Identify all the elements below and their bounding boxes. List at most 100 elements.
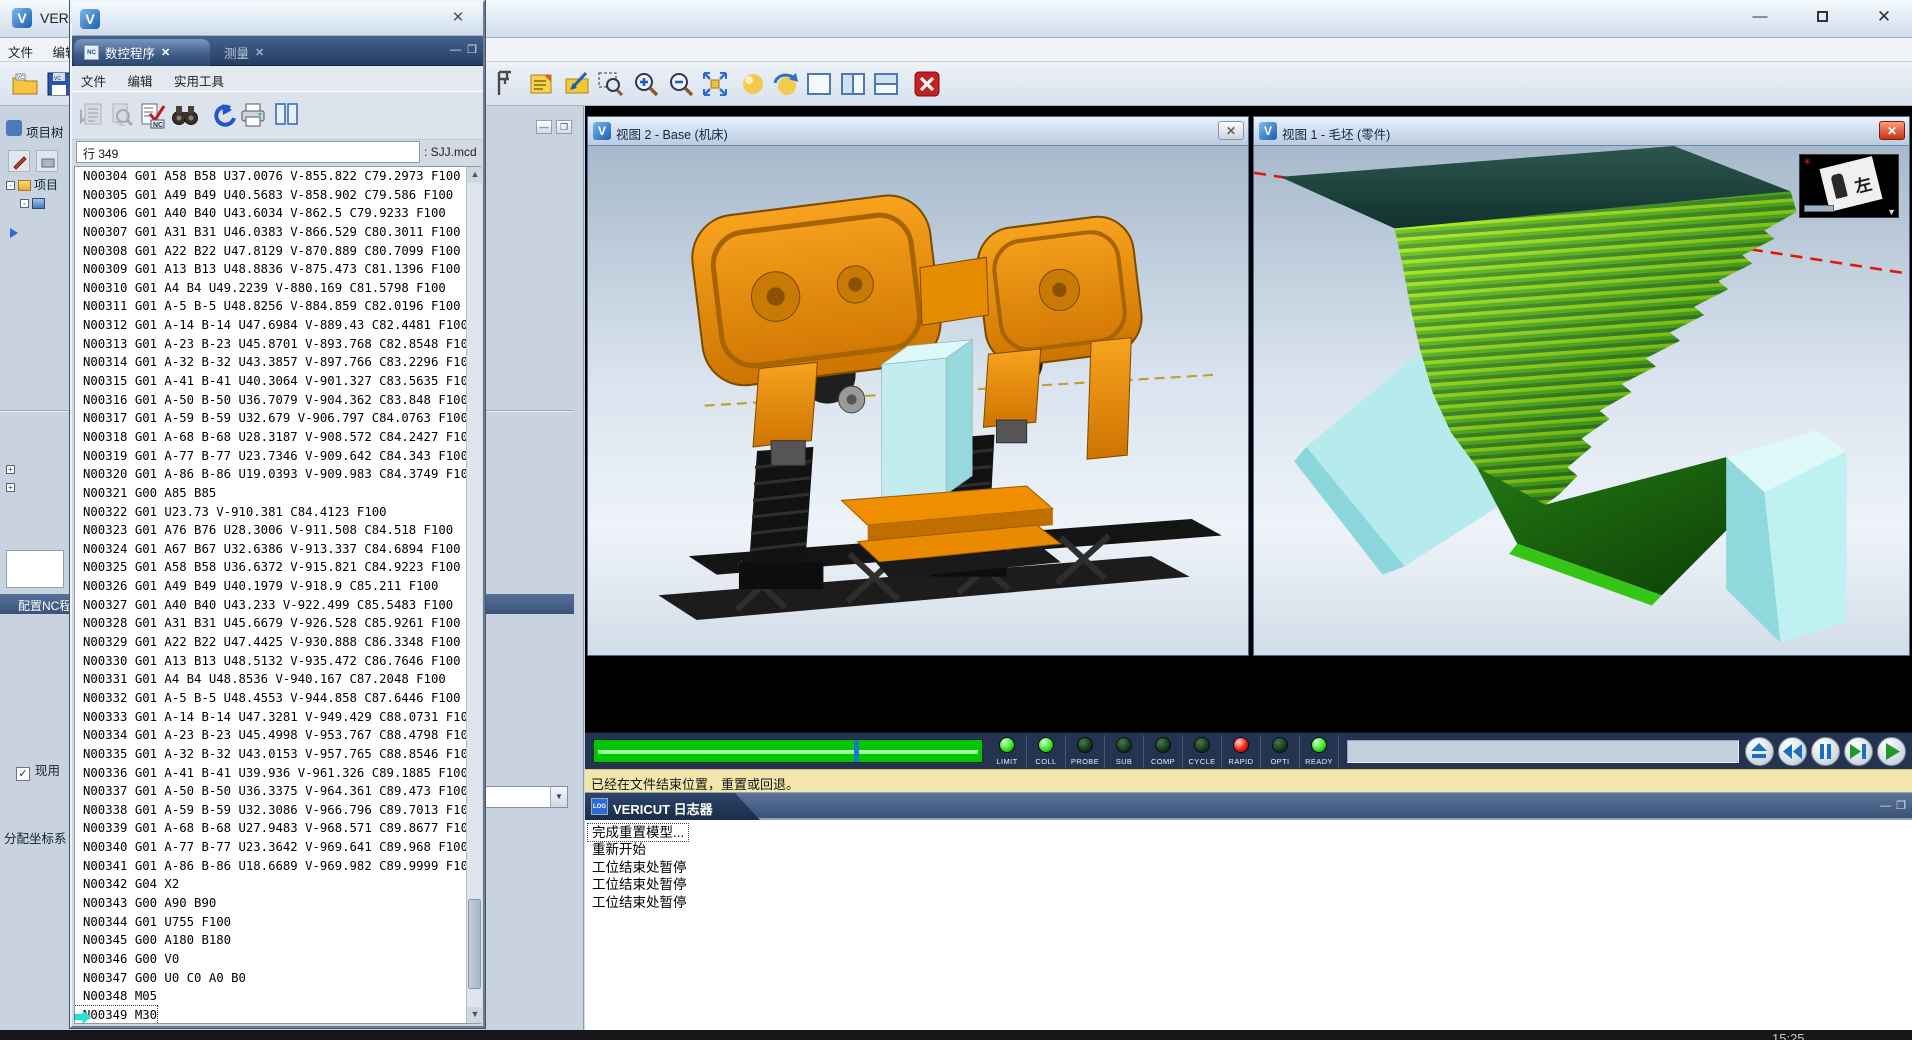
scroll-down-icon[interactable]: ▼ xyxy=(467,1007,483,1023)
nc-line[interactable]: N00318 G01 A-68 B-68 U28.3187 V-908.572 … xyxy=(75,428,475,447)
nc-line[interactable]: N00344 G01 U755 F100 xyxy=(75,913,231,932)
nc-line[interactable]: N00313 G01 A-23 B-23 U45.8701 V-893.768 … xyxy=(75,335,475,354)
current-line-indicator[interactable]: 行 349 xyxy=(76,141,420,163)
nc-line[interactable]: N00340 G01 A-77 B-77 U23.3642 V-969.641 … xyxy=(75,838,468,857)
tree-node-child[interactable]: - xyxy=(20,196,48,210)
collapse-icon[interactable]: - xyxy=(20,199,29,208)
nc-line[interactable]: N00329 G01 A22 B22 U47.4425 V-930.888 C8… xyxy=(75,633,461,652)
nc-line[interactable]: N00309 G01 A13 B13 U48.8836 V-875.473 C8… xyxy=(75,260,461,279)
progress-marker[interactable] xyxy=(854,740,859,762)
split-vertical-icon[interactable] xyxy=(838,69,868,99)
measure-caliper-icon[interactable] xyxy=(492,69,522,99)
logger-minimize-icon[interactable]: — xyxy=(1880,799,1891,813)
pause-button[interactable] xyxy=(1811,737,1840,766)
rotate-view-icon[interactable] xyxy=(771,69,801,99)
nc-line[interactable]: N00314 G01 A-32 B-32 U43.3857 V-897.766 … xyxy=(75,353,475,372)
nc-line[interactable]: N00311 G01 A-5 B-5 U48.8256 V-884.859 C8… xyxy=(75,297,461,316)
viewport-stock[interactable]: V 视图 1 - 毛坯 (零件) ✕ xyxy=(1253,116,1910,656)
minimize-button[interactable]: — xyxy=(1740,4,1780,30)
nc-line[interactable]: N00315 G01 A-41 B-41 U40.3064 V-901.327 … xyxy=(75,372,475,391)
nc-line[interactable]: N00332 G01 A-5 B-5 U48.4553 V-944.858 C8… xyxy=(75,689,461,708)
view-sphere-icon[interactable] xyxy=(738,69,768,99)
viewport-stock-close-icon[interactable]: ✕ xyxy=(1879,121,1905,140)
nc-line[interactable]: N00304 G01 A58 B58 U37.0076 V-855.822 C7… xyxy=(75,167,461,186)
log-entry[interactable]: 重新开始 xyxy=(588,841,650,858)
nc-line[interactable]: N00337 G01 A-50 B-50 U36.3375 V-964.361 … xyxy=(75,782,468,801)
nc-line[interactable]: N00341 G01 A-86 B-86 U18.6689 V-969.982 … xyxy=(75,857,475,876)
zoom-in-icon[interactable] xyxy=(631,69,661,99)
nc-line[interactable]: N00326 G01 A49 B49 U40.1979 V-918.9 C85.… xyxy=(75,577,438,596)
expand-icon[interactable]: + xyxy=(6,483,15,492)
nc-line[interactable]: N00320 G01 A-86 B-86 U19.0393 V-909.983 … xyxy=(75,465,475,484)
nc-line[interactable]: N00347 G00 U0 C0 A0 B0 xyxy=(75,969,246,988)
nc-line[interactable]: N00306 G01 A40 B40 U43.6034 V-862.5 C79.… xyxy=(75,204,446,223)
reset-button[interactable] xyxy=(1745,737,1774,766)
logger-tab[interactable]: LOG VERICUT 日志器 xyxy=(585,793,760,820)
nc-line[interactable]: N00342 G04 X2 xyxy=(75,875,179,894)
step-forward-button[interactable] xyxy=(1844,737,1873,766)
led-probe[interactable]: PROBE xyxy=(1066,735,1105,768)
close-button[interactable]: ✕ xyxy=(1864,4,1904,30)
dialog-close-icon[interactable]: ✕ xyxy=(447,8,469,26)
nc-line[interactable]: N00324 G01 A67 B67 U32.6386 V-913.337 C8… xyxy=(75,540,461,559)
nc-line[interactable]: N00330 G01 A13 B13 U48.5132 V-935.472 C8… xyxy=(75,652,461,671)
zoom-window-icon[interactable] xyxy=(596,69,626,99)
viewport-machine-close-icon[interactable]: ✕ xyxy=(1218,121,1244,140)
tree-node-collapsed-2[interactable]: + xyxy=(6,480,15,494)
machine-3d-view[interactable] xyxy=(588,146,1248,655)
nc-line[interactable]: N00308 G01 A22 B22 U47.8129 V-870.889 C8… xyxy=(75,242,461,261)
tree-node-collapsed-1[interactable]: + xyxy=(6,462,15,476)
log-entry[interactable]: 工位结束处暂停 xyxy=(588,876,691,893)
nc-line[interactable]: N00348 M05 xyxy=(75,987,157,1006)
check-nc-icon[interactable]: NC xyxy=(138,100,168,130)
dialog-menu-edit[interactable]: 编辑 xyxy=(119,75,162,89)
rewind-button[interactable] xyxy=(1778,737,1807,766)
log-entry[interactable]: 工位结束处暂停 xyxy=(588,859,691,876)
chevron-down-icon[interactable]: ▼ xyxy=(550,787,567,807)
tab-close-icon[interactable]: ✕ xyxy=(161,46,170,59)
nc-line[interactable]: N00321 G00 A85 B85 xyxy=(75,484,216,503)
nc-line[interactable]: N00327 G01 A40 B40 U43.233 V-922.499 C85… xyxy=(75,596,453,615)
nc-line[interactable]: N00305 G01 A49 B49 U40.5683 V-858.902 C7… xyxy=(75,186,453,205)
tree-node-project[interactable]: -项目 xyxy=(6,176,58,193)
nc-line[interactable]: N00343 G00 A90 B90 xyxy=(75,894,216,913)
nc-line[interactable]: N00310 G01 A4 B4 U49.2239 V-880.169 C81.… xyxy=(75,279,446,298)
log-entry[interactable]: 完成重置模型... xyxy=(588,824,688,841)
orientation-widget[interactable]: ✳ 左 ▼ xyxy=(1799,154,1899,218)
led-sub[interactable]: SUB xyxy=(1105,735,1144,768)
dialog-menu-file[interactable]: 文件 xyxy=(72,75,115,89)
expand-icon[interactable]: + xyxy=(6,465,15,474)
nc-line[interactable]: N00317 G01 A-59 B-59 U32.679 V-906.797 C… xyxy=(75,409,468,428)
led-ready[interactable]: READY xyxy=(1300,735,1339,768)
nc-line[interactable]: N00336 G01 A-41 B-41 U39.936 V-961.326 C… xyxy=(75,764,468,783)
scrollbar-thumb[interactable] xyxy=(468,899,481,989)
led-cycle[interactable]: CYCLE xyxy=(1183,735,1222,768)
nc-program-text[interactable]: N00304 G01 A58 B58 U37.0076 V-855.822 C7… xyxy=(74,166,481,1024)
nc-line[interactable]: N00333 G01 A-14 B-14 U47.3281 V-949.429 … xyxy=(75,708,475,727)
nc-line[interactable]: N00325 G01 A58 B58 U36.6372 V-915.821 C8… xyxy=(75,558,461,577)
fit-view-icon[interactable] xyxy=(700,69,730,99)
viewport-machine-titlebar[interactable]: V 视图 2 - Base (机床) ✕ xyxy=(588,117,1248,146)
nc-line[interactable]: N00323 G01 A76 B76 U28.3006 V-911.508 C8… xyxy=(75,521,453,540)
tab-measure[interactable]: 测量 ✕ xyxy=(214,39,280,66)
undo-icon[interactable] xyxy=(208,100,238,130)
dialog-minimize-icon[interactable]: — xyxy=(450,44,461,57)
zoom-out-icon[interactable] xyxy=(666,69,696,99)
menu-file[interactable]: 文件 xyxy=(0,38,41,61)
tree-tool-edit-icon[interactable] xyxy=(8,150,30,172)
toolpath-icon[interactable] xyxy=(563,69,593,99)
split-horizontal-icon[interactable] xyxy=(871,69,901,99)
tree-tool-erase-icon[interactable] xyxy=(36,150,58,172)
binoculars-icon[interactable] xyxy=(170,100,200,130)
notes-icon[interactable] xyxy=(527,69,557,99)
collapse-icon[interactable]: - xyxy=(6,181,15,190)
nc-line[interactable]: N00338 G01 A-59 B-59 U32.3086 V-966.796 … xyxy=(75,801,475,820)
log-entry[interactable]: 工位结束处暂停 xyxy=(588,894,691,911)
led-comp[interactable]: COMP xyxy=(1144,735,1183,768)
nc-line[interactable]: N00345 G00 A180 B180 xyxy=(75,931,231,950)
dialog-float-icon[interactable]: ❐ xyxy=(467,44,477,57)
nc-line[interactable]: N00322 G01 U23.73 V-910.381 C84.4123 F10… xyxy=(75,503,387,522)
nc-line[interactable]: N00346 G00 V0 xyxy=(75,950,179,969)
viewport-machine[interactable]: V 视图 2 - Base (机床) ✕ xyxy=(587,116,1249,656)
led-opti[interactable]: OPTI xyxy=(1261,735,1300,768)
